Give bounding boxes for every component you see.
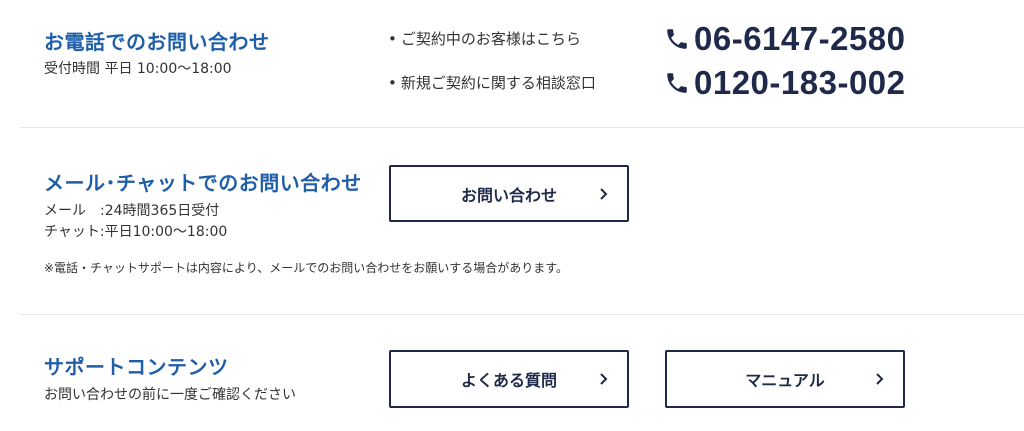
chevron-right-icon [876,373,884,385]
new-contract-number: 0120-183-002 [694,64,906,101]
mail-hours: メール :24時間365日受付 [44,203,220,219]
manual-button-label: マニュアル [745,371,825,390]
existing-customer-label: • ご契約中のお客様はこちら [388,28,581,49]
support-note: ※電話・チャットサポートは内容により、メールでのお問い合わせをお願いする場合があ… [44,261,569,275]
manual-button[interactable]: マニュアル [665,350,905,408]
contact-button[interactable]: お問い合わせ [389,165,629,222]
divider [20,127,1024,128]
phone-icon [667,29,687,49]
chevron-right-icon [600,187,608,200]
existing-customer-text: ご契約中のお客様はこちら [400,30,581,48]
new-contract-label: • 新規ご契約に関する相談窓口 [388,72,596,93]
support-subtitle: お問い合わせの前に一度ご確認ください [44,387,296,403]
new-contract-text: 新規ご契約に関する相談窓口 [400,74,596,92]
phone-hours: 受付時間 平日 10:00〜18:00 [44,61,232,77]
chevron-right-icon [600,373,608,385]
bullet-dot: • [388,74,397,92]
support-section-title: サポートコンテンツ [44,355,229,379]
bullet-dot: • [388,30,397,48]
mail-section-title: メール･チャットでのお問い合わせ [44,171,362,195]
existing-customer-phone[interactable]: 06-6147-2580 [664,20,906,58]
contact-button-label: お問い合わせ [460,185,557,205]
phone-icon [667,73,687,93]
chat-hours: チャット:平日10:00〜18:00 [44,224,228,240]
phone-section-title: お電話でのお問い合わせ [44,30,270,54]
divider [20,314,1024,315]
new-contract-phone[interactable]: 0120-183-002 [664,64,906,102]
faq-button[interactable]: よくある質問 [389,350,629,408]
existing-customer-number: 06-6147-2580 [694,20,906,57]
faq-button-label: よくある質問 [460,371,557,390]
